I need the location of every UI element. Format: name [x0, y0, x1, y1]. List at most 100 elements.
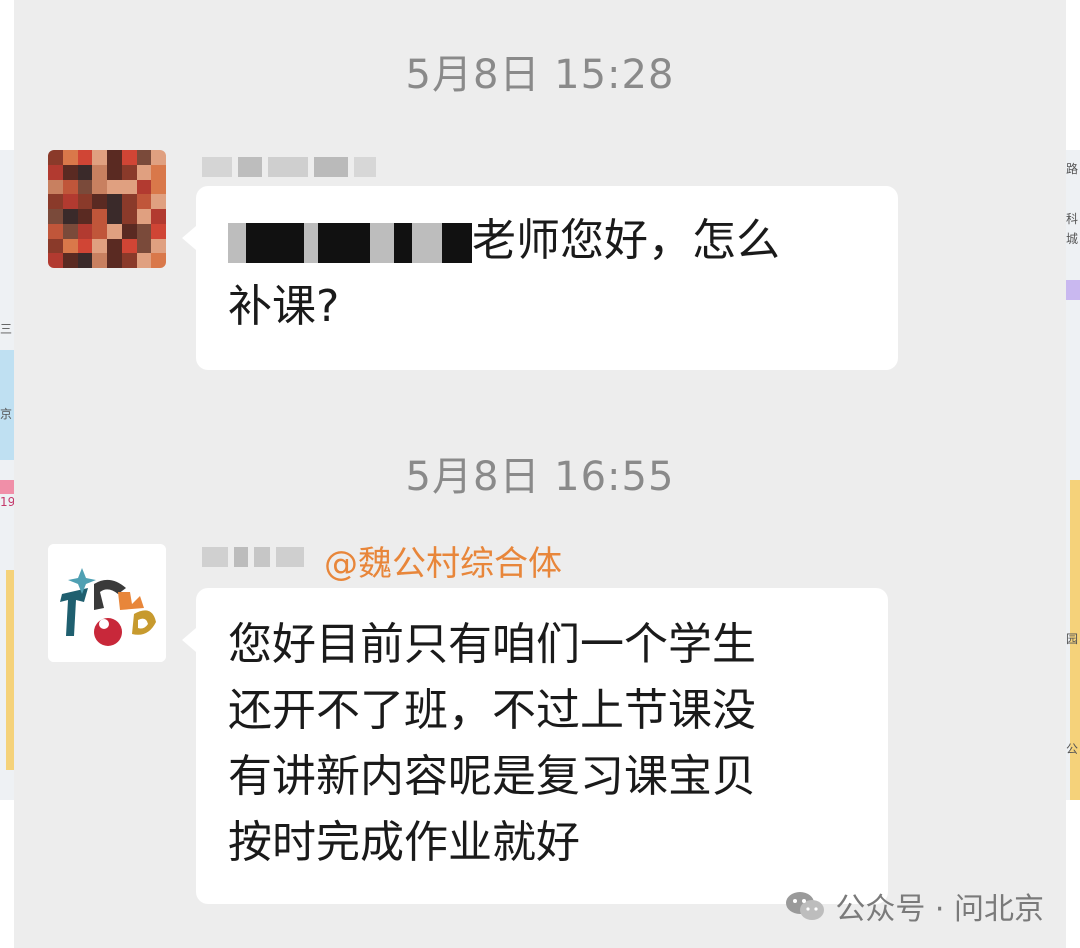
mosaic-tile: [77, 238, 93, 254]
mosaic-tile: [136, 209, 152, 224]
mosaic-tile: [107, 253, 122, 268]
mosaic-tile: [92, 150, 107, 165]
mosaic-tile: [151, 164, 166, 180]
mosaic-tile: [48, 209, 63, 224]
mosaic-tile: [48, 223, 63, 239]
mosaic-tile: [62, 238, 78, 254]
mosaic-tile: [92, 179, 107, 195]
message-line: 您好目前只有咱们一个学生: [228, 619, 756, 670]
watermark-label: 公众号 · 问北京: [835, 892, 1044, 927]
mosaic-tile: [48, 179, 63, 195]
mosaic-tile: [136, 194, 152, 209]
mosaic-tile: [107, 223, 122, 239]
map-label: 科: [1066, 212, 1079, 226]
mosaic-tile: [151, 253, 166, 268]
map-label: 城: [1066, 232, 1079, 246]
mosaic-tile: [77, 164, 93, 180]
redacted-text: [394, 223, 412, 263]
redacted-text: [442, 223, 472, 263]
mosaic-tile: [151, 209, 166, 224]
background-map-right: 路 科 城 园 公: [1066, 150, 1080, 800]
mosaic-tile: [121, 223, 137, 239]
mosaic-tile: [62, 209, 78, 224]
watermark: 公众号 · 问北京: [785, 884, 1044, 928]
mosaic-tile: [151, 179, 166, 195]
message-timestamp: 5月8日 16:55: [405, 454, 675, 500]
mosaic-tile: [151, 238, 166, 254]
mosaic-tile: [151, 150, 166, 165]
mosaic-tile: [48, 150, 63, 165]
mosaic-tile: [92, 194, 107, 209]
background-map-left: 三 京 19: [0, 150, 14, 800]
mosaic-tile: [92, 223, 107, 239]
redacted-text: [246, 223, 304, 263]
map-label: 公: [1066, 742, 1079, 756]
avatar[interactable]: [48, 544, 166, 662]
mosaic-tile: [92, 238, 107, 254]
mosaic-tile: [77, 179, 93, 195]
mosaic-tile: [136, 179, 152, 195]
message-line: 还开不了班，不过上节课没: [228, 685, 756, 736]
mosaic-tile: [92, 209, 107, 224]
message-text: 老师您好，怎么: [472, 215, 780, 266]
mosaic-tile: [62, 164, 78, 180]
mosaic-tile: [136, 150, 152, 165]
sender-mention[interactable]: @魏公村综合体: [324, 536, 562, 585]
mosaic-tile: [77, 253, 93, 268]
mosaic-tile: [121, 238, 137, 254]
redacted-text: [318, 223, 370, 263]
mosaic-tile: [136, 238, 152, 254]
pixelated-avatar-image: [48, 150, 166, 268]
redacted-text: [228, 223, 246, 263]
mosaic-tile: [62, 194, 78, 209]
mosaic-tile: [121, 179, 137, 195]
mosaic-tile: [92, 164, 107, 180]
mosaic-tile: [136, 164, 152, 180]
message-line: 老师您好，怎么: [228, 208, 866, 274]
mosaic-tile: [77, 150, 93, 165]
map-label: 三: [0, 322, 13, 336]
map-label: 园: [1066, 632, 1079, 646]
redacted-text: [370, 223, 394, 263]
mosaic-tile: [107, 194, 122, 209]
mosaic-tile: [62, 223, 78, 239]
message-line: 有讲新内容呢是复习课宝贝: [228, 751, 756, 802]
redacted-text: [412, 223, 442, 263]
mosaic-tile: [48, 253, 63, 268]
mosaic-tile: [62, 150, 78, 165]
redacted-text: [304, 223, 318, 263]
sender-name-redacted: [202, 540, 304, 574]
mosaic-tile: [62, 179, 78, 195]
mosaic-tile: [136, 223, 152, 239]
message-line: 补课?: [228, 281, 340, 332]
mosaic-tile: [121, 253, 137, 268]
mosaic-tile: [121, 150, 137, 165]
mosaic-tile: [77, 194, 93, 209]
mosaic-tile: [62, 253, 78, 268]
mosaic-tile: [121, 164, 137, 180]
map-label: 19: [0, 495, 14, 509]
mosaic-tile: [107, 150, 122, 165]
mosaic-tile: [151, 194, 166, 209]
avatar[interactable]: [48, 150, 166, 268]
mosaic-tile: [121, 194, 137, 209]
institution-logo-icon: [48, 544, 166, 662]
mosaic-tile: [77, 209, 93, 224]
map-label: 路: [1066, 162, 1079, 176]
message-timestamp: 5月8日 15:28: [405, 52, 675, 98]
mosaic-tile: [121, 209, 137, 224]
map-label: 京: [0, 407, 13, 421]
message-bubble[interactable]: 老师您好，怎么 补课?: [182, 186, 898, 370]
mosaic-tile: [136, 253, 152, 268]
wechat-icon: [786, 892, 825, 920]
mosaic-tile: [151, 223, 166, 239]
mosaic-tile: [48, 164, 63, 180]
message-bubble[interactable]: 您好目前只有咱们一个学生 还开不了班，不过上节课没 有讲新内容呢是复习课宝贝 按…: [182, 588, 888, 904]
mosaic-tile: [107, 209, 122, 224]
mosaic-tile: [92, 253, 107, 268]
mosaic-tile: [107, 164, 122, 180]
mosaic-tile: [107, 179, 122, 195]
mosaic-tile: [107, 238, 122, 254]
mosaic-tile: [48, 194, 63, 209]
mosaic-tile: [48, 238, 63, 254]
